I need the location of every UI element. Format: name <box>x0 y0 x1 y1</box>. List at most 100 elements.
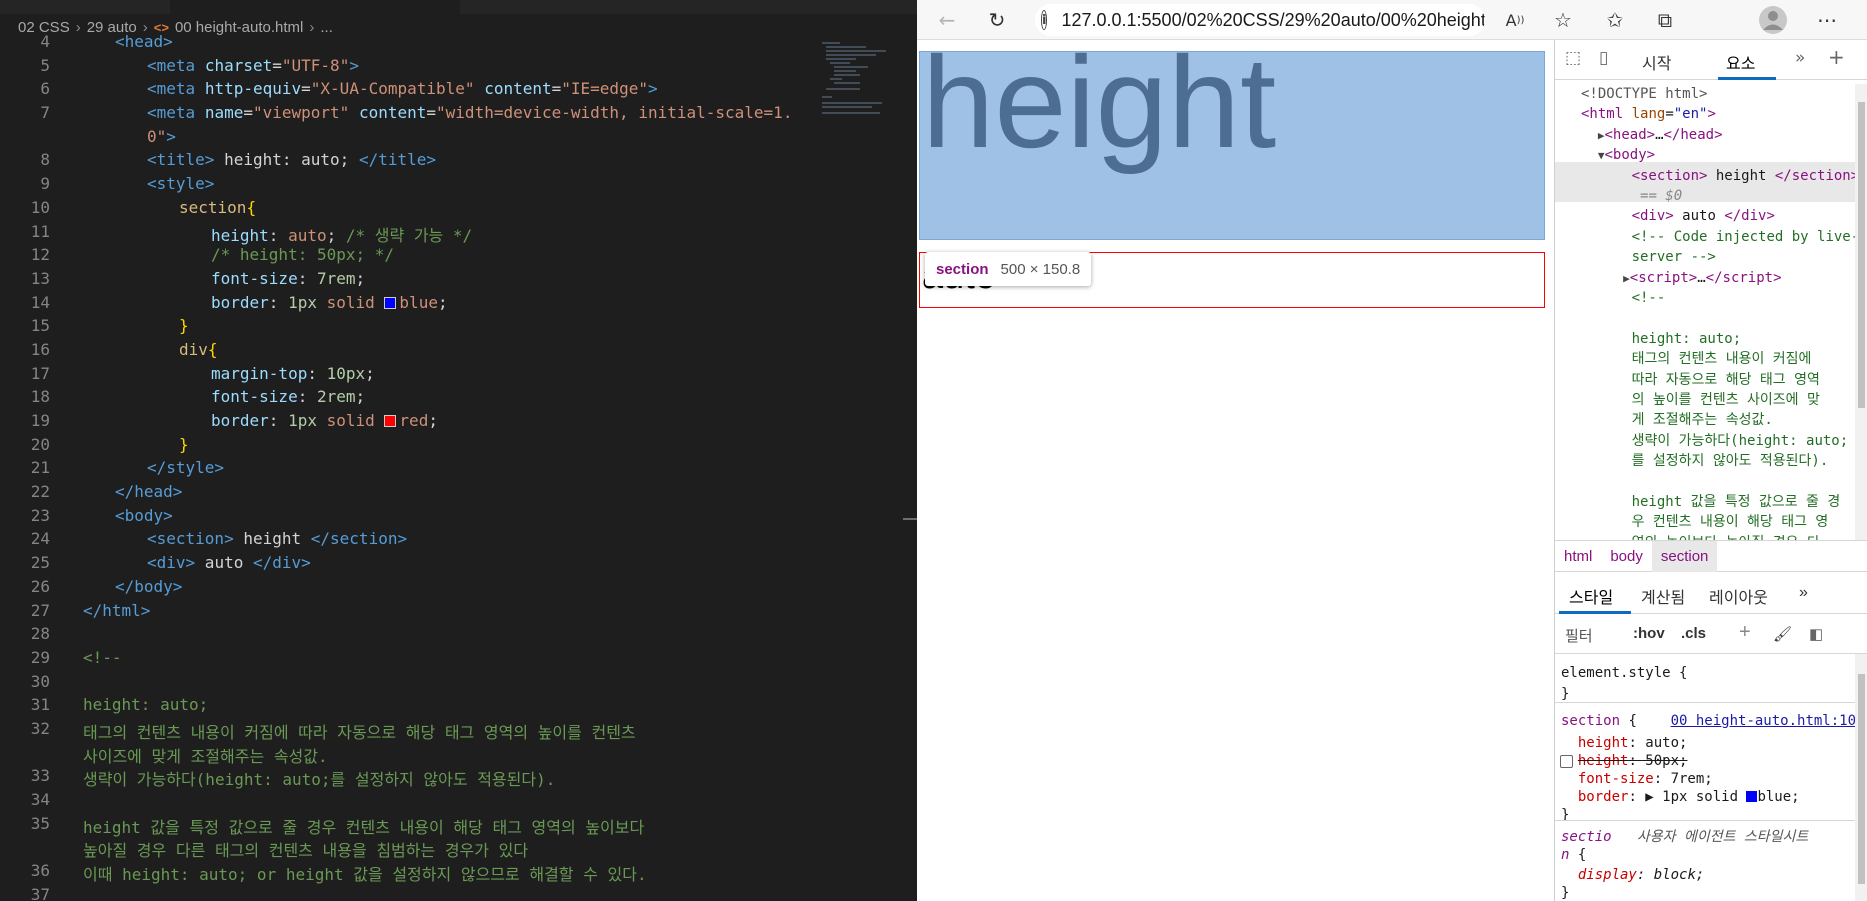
style-rule-line[interactable]: font-size: 7rem; <box>1561 770 1713 788</box>
add-tab-icon[interactable]: + <box>1828 45 1845 69</box>
code-line[interactable]: 31 height: auto; <box>0 695 905 719</box>
cls-button[interactable]: .cls <box>1681 625 1706 642</box>
tab-styles[interactable]: 스타일 <box>1569 584 1613 608</box>
dom-node-line[interactable]: <!-- <box>1581 288 1666 308</box>
code-line[interactable]: 36 이때 height: auto; or height 값을 설정하지 않으므… <box>0 861 905 885</box>
code-line[interactable]: 28 <box>0 624 905 648</box>
style-rule-line[interactable]: sectio 사용자 에이전트 스타일시트 <box>1561 828 1808 846</box>
dom-node-line[interactable]: ▶<script>…</script> <box>1581 268 1781 288</box>
code-line[interactable]: 26 </body> <box>0 577 905 601</box>
crumb-body[interactable]: body <box>1601 548 1652 565</box>
code-line[interactable]: 6 <meta http-equiv="X-UA-Compatible" cont… <box>0 79 905 103</box>
info-icon[interactable]: i <box>1041 10 1048 30</box>
dom-node-line[interactable]: ▶<head>…</head> <box>1581 125 1723 145</box>
dom-node-line[interactable]: ▼<body> <box>1581 145 1655 165</box>
dom-node-line[interactable]: 게 조절해주는 속성값. <box>1581 410 1773 430</box>
code-line[interactable]: 23 <body> <box>0 506 905 530</box>
more-menu-icon[interactable]: ⋯ <box>1811 4 1843 36</box>
dom-node-line[interactable]: <div> auto </div> <box>1581 206 1775 226</box>
hov-button[interactable]: :hov <box>1633 625 1665 642</box>
code-line[interactable]: 16 div{ <box>0 340 905 364</box>
code-line[interactable]: 14 border: 1px solid blue; <box>0 293 905 317</box>
toggle-sidebar-icon[interactable]: ◧ <box>1809 625 1823 643</box>
add-favorite-icon[interactable]: ☆ <box>1547 4 1579 36</box>
code-line[interactable]: 20} <box>0 435 905 459</box>
crumb-html[interactable]: html <box>1555 548 1601 565</box>
code-line[interactable]: 높아질 경우 다른 태그의 컨텐츠 내용을 침범하는 경우가 있다 <box>0 837 905 861</box>
code-line[interactable]: 32 태그의 컨텐츠 내용이 커짐에 따라 자동으로 해당 태그 영역의 높이를 … <box>0 719 905 743</box>
code-line[interactable]: 8 <title> height: auto; </title> <box>0 150 905 174</box>
code-line[interactable]: 5 <meta charset="UTF-8"> <box>0 56 905 80</box>
address-bar[interactable]: i 127.0.0.1:5500/02%20CSS/29%20auto/00%2… <box>1035 4 1485 36</box>
style-rule-line[interactable]: } <box>1561 884 1569 901</box>
editor-tab-active[interactable] <box>170 0 460 14</box>
device-emulation-icon[interactable]: ▯ <box>1599 48 1608 68</box>
back-arrow-icon[interactable]: ← <box>931 4 963 36</box>
code-line[interactable]: 19 border: 1px solid red; <box>0 411 905 435</box>
tab-layout[interactable]: 레이아웃 <box>1709 584 1768 608</box>
minimap[interactable] <box>820 40 900 120</box>
refresh-icon[interactable]: ↻ <box>981 4 1013 36</box>
style-rule-line[interactable]: height: auto; <box>1561 734 1688 752</box>
style-rule-line[interactable]: } <box>1561 806 1569 824</box>
style-rule-line[interactable]: border: ▶ 1px solid blue; <box>1561 788 1800 806</box>
collections-icon[interactable]: ⧉ <box>1649 4 1681 36</box>
tab-elements[interactable]: 요소 <box>1726 50 1755 74</box>
dom-node-line[interactable]: 의 높이를 컨텐츠 사이즈에 맞 <box>1581 390 1820 410</box>
tab-computed[interactable]: 계산됨 <box>1641 584 1685 608</box>
dom-node-line[interactable]: <!-- Code injected by live- <box>1581 227 1855 247</box>
code-line[interactable]: 29 <!-- <box>0 648 905 672</box>
code-line[interactable]: 0"> <box>0 127 905 151</box>
code-line[interactable]: 25 <div> auto </div> <box>0 553 905 577</box>
code-line[interactable]: 35 height 값을 특정 값으로 줄 경우 컨텐츠 내용이 해당 태그 영역… <box>0 814 905 838</box>
style-rule-line[interactable]: element.style { <box>1561 664 1687 682</box>
style-rule-line[interactable]: height: 50px; <box>1561 752 1688 770</box>
dom-node-line[interactable]: 따라 자동으로 해당 태그 영역 <box>1581 370 1820 390</box>
new-rule-icon[interactable]: + <box>1739 621 1751 644</box>
style-rule-line[interactable]: section { 00 height-auto.html:10 <box>1561 712 1855 730</box>
profile-avatar-icon[interactable] <box>1757 4 1789 36</box>
code-line[interactable]: 4 <head> <box>0 32 905 56</box>
dom-node-line[interactable]: <html lang="en"> <box>1581 104 1716 124</box>
code-line[interactable]: 12 /* height: 50px; */ <box>0 245 905 269</box>
crumb-section[interactable]: section <box>1651 540 1718 572</box>
code-line[interactable]: 10 section{ <box>0 198 905 222</box>
code-line[interactable]: 사이즈에 맞게 조절해주는 속성값. <box>0 743 905 767</box>
dom-node-line[interactable]: server --> <box>1581 247 1716 267</box>
dom-node-line[interactable]: height 값을 특정 값으로 줄 경 <box>1581 492 1841 512</box>
code-line[interactable]: 15} <box>0 316 905 340</box>
style-rule-line[interactable]: } <box>1561 685 1569 703</box>
code-line[interactable]: 34 <box>0 790 905 814</box>
code-line[interactable]: 21 </style> <box>0 458 905 482</box>
dom-node-line[interactable]: 생략이 가능하다(height: auto; <box>1581 431 1849 451</box>
inspect-element-icon[interactable]: ⬚ <box>1565 48 1581 68</box>
dom-node-line[interactable]: == $0 <box>1581 186 1682 206</box>
code-line[interactable]: 37 <box>0 885 905 901</box>
more-tabs-icon[interactable]: » <box>1795 48 1805 68</box>
code-line[interactable]: 17 margin-top: 10px; <box>0 364 905 388</box>
code-line[interactable]: 30 <box>0 672 905 696</box>
style-rule-line[interactable]: n { <box>1561 846 1586 864</box>
code-line[interactable]: 18 font-size: 2rem; <box>0 387 905 411</box>
code-line[interactable]: 11 height: auto; /* 생략 가능 */ <box>0 222 905 246</box>
read-aloud-icon[interactable]: A)) <box>1499 4 1531 36</box>
dom-node-line[interactable]: 를 설정하지 않아도 적용된다). <box>1581 451 1829 471</box>
dom-node-line[interactable]: <!DOCTYPE html> <box>1581 84 1707 104</box>
styles-scrollbar[interactable] <box>1855 654 1867 901</box>
dom-tree[interactable]: <!DOCTYPE html> <html lang="en"> ▶<head>…… <box>1555 84 1855 540</box>
property-checkbox[interactable] <box>1560 755 1573 768</box>
dom-node-line[interactable]: height: auto; <box>1581 329 1742 349</box>
tab-welcome[interactable]: 시작 <box>1642 50 1671 74</box>
code-line[interactable]: 9 <style> <box>0 174 905 198</box>
dom-scrollbar[interactable] <box>1855 84 1867 540</box>
code-line[interactable]: 24 <section> height </section> <box>0 529 905 553</box>
editor-scrollbar[interactable] <box>903 518 917 520</box>
more-tabs-icon[interactable]: » <box>1799 584 1808 602</box>
favorites-icon[interactable]: ✩ <box>1599 4 1631 36</box>
rendered-section[interactable]: height <box>919 51 1545 240</box>
dom-node-line[interactable]: 우 컨텐츠 내용이 해당 태그 영 <box>1581 512 1829 532</box>
style-rule-line[interactable]: display: block; <box>1561 866 1704 884</box>
dom-node-line[interactable]: 태그의 컨텐츠 내용이 커짐에 <box>1581 349 1812 369</box>
code-line[interactable]: 33 생략이 가능하다(height: auto;를 설정하지 않아도 적용된다)… <box>0 766 905 790</box>
code-line[interactable]: 7 <meta name="viewport" content="width=de… <box>0 103 905 127</box>
